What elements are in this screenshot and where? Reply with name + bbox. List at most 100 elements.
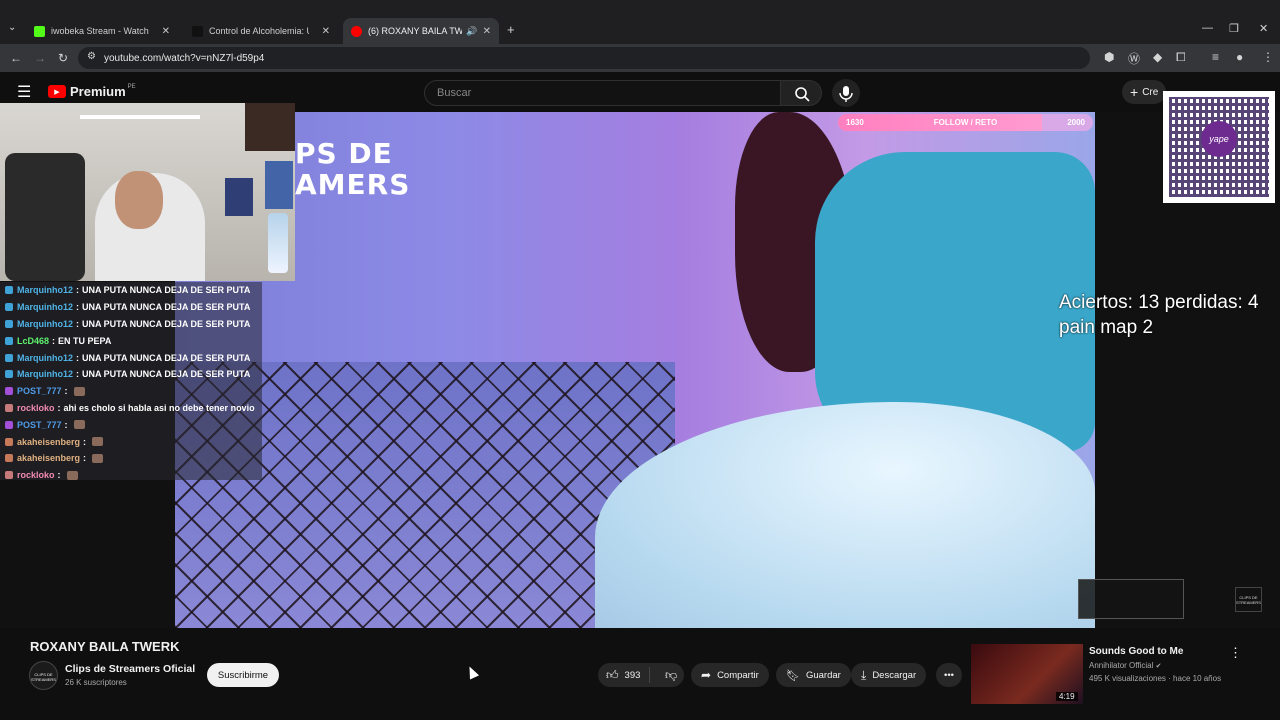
chat-message: POST_777:	[0, 383, 262, 400]
address-bar[interactable]: ⚙ youtube.com/watch?v=nNZ7l-d59p4	[78, 47, 1090, 69]
chat-text: UNA PUTA NUNCA DEJA DE SER PUTA	[82, 302, 251, 313]
browser-menu-icon[interactable]: ⋮	[1262, 50, 1274, 64]
reading-list-icon[interactable]: ≡	[1212, 50, 1219, 64]
logo-text: Premium	[70, 84, 126, 99]
thumbs-down-icon: 👎︎	[665, 667, 678, 682]
tiktok-favicon-icon	[192, 25, 203, 37]
site-info-icon[interactable]: ⚙	[87, 51, 96, 62]
chat-message: rockloko: ahi es cholo si habla asi no de…	[0, 400, 262, 417]
chat-separator: :	[76, 285, 80, 296]
chat-badge-icon	[5, 420, 13, 429]
reload-icon[interactable]: ↻	[58, 51, 68, 65]
tab-label: iwobeka Stream - Watch Live o	[51, 26, 151, 36]
kebab-menu-icon[interactable]: ⋮	[1229, 645, 1242, 661]
region-code: PE	[127, 84, 136, 90]
create-button[interactable]: + Cre	[1122, 80, 1166, 104]
search-button[interactable]	[780, 80, 822, 106]
browser-tab-3[interactable]: (6) ROXANY BAILA TWERK 🔊 ✕	[343, 18, 499, 44]
youtube-premium-logo[interactable]: ▶ Premium PE	[48, 84, 136, 99]
subscriber-count: 26 K suscriptores	[65, 678, 127, 687]
minimize-icon[interactable]: —	[1202, 22, 1213, 34]
recommended-meta: 495 K visualizaciones · hace 10 años	[1089, 674, 1222, 683]
chat-message: Marquinho12: UNA PUTA NUNCA DEJA DE SER P…	[0, 299, 262, 316]
like-button[interactable]: 👍︎ 393	[598, 667, 650, 683]
chat-username: Marquinho12	[17, 302, 74, 313]
score-map: pain map 2	[1059, 317, 1154, 338]
tab-search-icon[interactable]: ⌄	[8, 22, 16, 33]
menu-icon[interactable]: ☰	[17, 82, 31, 102]
new-tab-icon[interactable]: +	[507, 22, 515, 37]
more-actions-button[interactable]: •••	[936, 663, 962, 687]
recommended-title[interactable]: Sounds Good to Me	[1089, 646, 1183, 657]
lava-lamp	[268, 213, 288, 273]
chat-message: Marquinho12: UNA PUTA NUNCA DEJA DE SER P…	[0, 282, 262, 299]
thumbs-up-icon: 👍︎	[606, 667, 619, 682]
extensions-puzzle-icon[interactable]: ⧠	[1176, 50, 1186, 65]
chat-badge-icon	[5, 319, 13, 328]
subscribe-button[interactable]: Suscribirme	[207, 663, 279, 687]
chat-message: Marquinho12: UNA PUTA NUNCA DEJA DE SER P…	[0, 366, 262, 383]
download-button[interactable]: ⤓ Descargar	[851, 663, 927, 687]
chat-message: Marquinho12: UNA PUTA NUNCA DEJA DE SER P…	[0, 316, 262, 333]
overlay-title-line: AMERS	[295, 168, 411, 201]
share-button[interactable]: ➦ Compartir	[691, 663, 769, 687]
chat-separator: :	[83, 436, 87, 447]
recommended-channel[interactable]: Annihilator Official ✔	[1089, 661, 1161, 670]
chat-badge-icon	[5, 353, 13, 362]
create-label: Cre	[1142, 86, 1159, 98]
profile-avatar-icon[interactable]: ●	[1236, 50, 1243, 64]
back-icon[interactable]: ←	[10, 51, 22, 65]
chat-username: POST_777	[17, 386, 62, 397]
save-button[interactable]: 🔖︎ Guardar	[776, 663, 851, 687]
bookmark-icon: 🔖︎	[786, 669, 800, 682]
chat-emote-icon	[73, 420, 85, 430]
speaker-icon[interactable]: 🔊	[466, 26, 477, 37]
browser-tab-2[interactable]: Control de Alcoholemia: Un Em ✕	[184, 18, 338, 44]
browser-tab-1[interactable]: iwobeka Stream - Watch Live o ✕	[26, 18, 178, 44]
close-icon[interactable]: ✕	[162, 26, 170, 37]
chat-separator: :	[57, 402, 61, 413]
chat-separator: :	[64, 386, 68, 397]
chat-username: Marquinho12	[17, 369, 74, 380]
extension-icon[interactable]: Ⓦ	[1128, 50, 1140, 67]
close-icon[interactable]: ✕	[483, 26, 491, 37]
score-overlay: Aciertos: 13 perdidas: 4 pain map 2	[1059, 290, 1259, 340]
chat-separator: :	[76, 318, 80, 329]
channel-avatar[interactable]: CLIPS DE STREAMERS	[29, 661, 58, 690]
end-screen-card[interactable]	[1078, 579, 1184, 619]
video-title: ROXANY BAILA TWERK	[30, 639, 180, 654]
chat-message: POST_777:	[0, 416, 262, 433]
chat-text: EN TU PEPA	[58, 335, 112, 346]
chat-emote-icon	[92, 453, 104, 463]
streamer-webcam	[0, 103, 295, 281]
window-close-icon[interactable]: ✕	[1259, 22, 1268, 35]
download-label: Descargar	[872, 669, 917, 681]
extension-icon[interactable]: ⬢	[1104, 50, 1114, 64]
close-icon[interactable]: ✕	[322, 26, 330, 37]
search-input[interactable]: Buscar	[424, 80, 781, 106]
chat-badge-icon	[5, 454, 13, 463]
maximize-icon[interactable]: ❐	[1229, 22, 1239, 35]
chat-emote-icon	[92, 437, 104, 447]
more-horizontal-icon: •••	[944, 669, 954, 681]
streamer-head	[115, 171, 163, 229]
follow-current: 1630	[846, 118, 864, 127]
chat-separator: :	[76, 302, 80, 313]
chat-text: UNA PUTA NUNCA DEJA DE SER PUTA	[82, 369, 251, 380]
voice-search-button[interactable]	[832, 79, 860, 107]
dislike-button[interactable]: 👎︎	[656, 668, 677, 683]
yape-qr-code: yape	[1163, 91, 1275, 203]
chat-separator: :	[57, 470, 61, 481]
share-arrow-icon: ➦	[701, 668, 712, 682]
chat-username: Marquinho12	[17, 352, 74, 363]
channel-watermark[interactable]: CLIPS DE STREAMERS	[1235, 587, 1262, 612]
forward-icon[interactable]: →	[34, 51, 46, 65]
chat-message: Marquinho12: UNA PUTA NUNCA DEJA DE SER P…	[0, 349, 262, 366]
chat-username: akaheisenberg	[17, 453, 81, 464]
wall-poster	[245, 103, 295, 151]
channel-name[interactable]: Clips de Streamers Oficial	[65, 663, 195, 675]
extension-icon[interactable]: ◆	[1153, 50, 1162, 64]
chat-username: rockloko	[17, 470, 55, 481]
chat-badge-icon	[5, 387, 13, 396]
chat-username: Marquinho12	[17, 285, 74, 296]
